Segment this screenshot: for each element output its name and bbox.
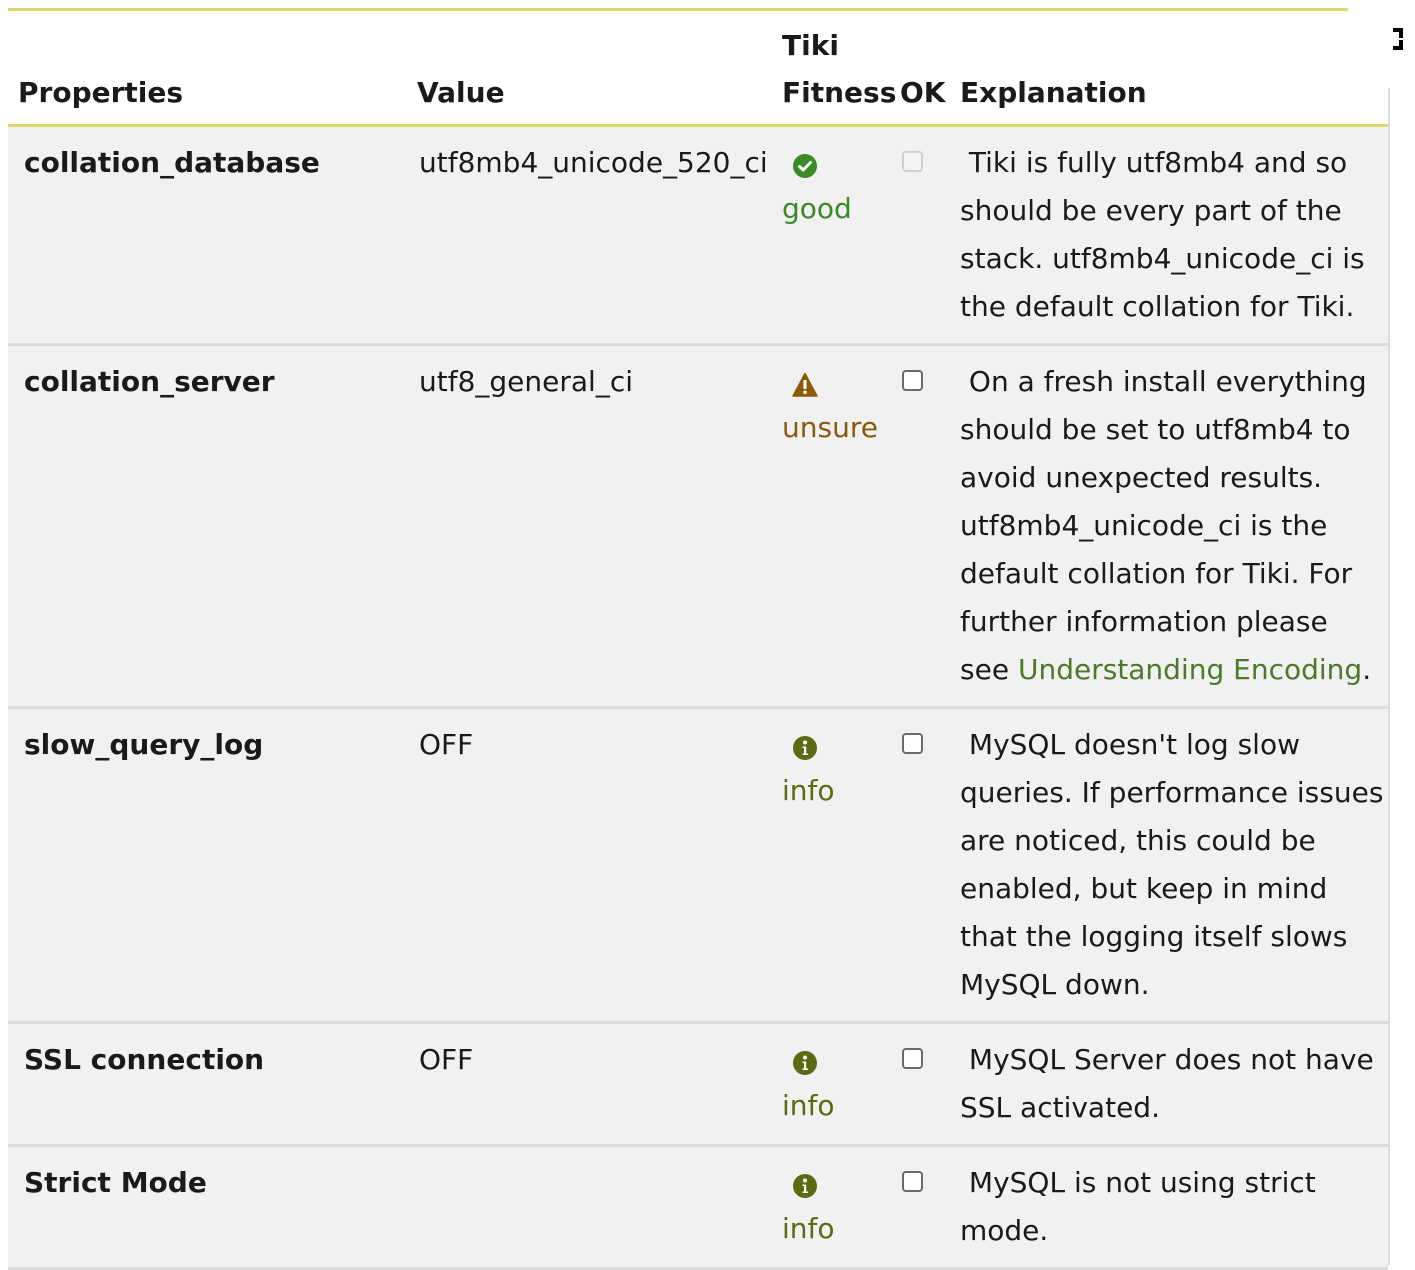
ok-cell bbox=[900, 344, 957, 709]
warning-triangle-icon bbox=[792, 372, 818, 398]
property-value: OFF bbox=[411, 707, 782, 1024]
ok-checkbox[interactable] bbox=[902, 1171, 923, 1192]
property-value bbox=[411, 1145, 782, 1270]
column-header-properties: Properties bbox=[8, 22, 411, 127]
fitness-label: unsure bbox=[782, 411, 878, 444]
table-row: collation_database utf8mb4_unicode_520_c… bbox=[8, 125, 1388, 346]
property-name: SSL connection bbox=[8, 1022, 411, 1147]
property-value: OFF bbox=[411, 1022, 782, 1147]
mysql-properties-table: Properties Value Tiki Fitness OK Explana… bbox=[8, 22, 1388, 1270]
fitness-cell: info bbox=[782, 1145, 900, 1270]
explanation-body: Tiki is fully utf8mb4 and so should be e… bbox=[960, 146, 1365, 323]
ok-cell bbox=[900, 125, 957, 346]
column-header-value: Value bbox=[411, 22, 782, 127]
fitness-label: info bbox=[782, 774, 835, 807]
explanation-body: MySQL doesn't log slow queries. If perfo… bbox=[960, 728, 1384, 1001]
ok-checkbox[interactable] bbox=[902, 1048, 923, 1069]
property-name: collation_server bbox=[8, 344, 411, 709]
fitness-label: good bbox=[782, 192, 852, 225]
explanation-end: . bbox=[1362, 653, 1372, 686]
check-circle-icon bbox=[792, 153, 818, 179]
scroll-edge-rule bbox=[1388, 88, 1390, 1265]
ok-checkbox[interactable] bbox=[902, 370, 923, 391]
column-header-explanation: Explanation bbox=[957, 22, 1388, 127]
ok-cell bbox=[900, 1022, 957, 1147]
info-circle-icon bbox=[792, 1050, 818, 1076]
property-name: collation_database bbox=[8, 125, 411, 346]
ok-checkbox[interactable] bbox=[902, 733, 923, 754]
table-header: Properties Value Tiki Fitness OK Explana… bbox=[8, 22, 1388, 127]
ok-cell bbox=[900, 1145, 957, 1270]
fitness-label: info bbox=[782, 1212, 835, 1245]
property-name: Strict Mode bbox=[8, 1145, 411, 1270]
fitness-cell: info bbox=[782, 1022, 900, 1147]
column-header-ok: OK bbox=[900, 22, 957, 127]
explanation-text: On a fresh install everything should be … bbox=[957, 344, 1388, 709]
fitness-cell: good bbox=[782, 125, 900, 346]
explanation-text: MySQL is not using strict mode. bbox=[957, 1145, 1388, 1270]
column-header-fitness-line2: Fitness bbox=[782, 76, 897, 109]
property-value: utf8_general_ci bbox=[411, 344, 782, 709]
column-header-fitness: Tiki Fitness bbox=[782, 22, 900, 127]
info-circle-icon bbox=[792, 1173, 818, 1199]
table-row: collation_server utf8_general_ci unsure … bbox=[8, 344, 1388, 709]
property-name: slow_query_log bbox=[8, 707, 411, 1024]
explanation-text: MySQL doesn't log slow queries. If perfo… bbox=[957, 707, 1388, 1024]
ok-checkbox bbox=[902, 151, 923, 172]
table-row: slow_query_log OFF info MySQL doesn't lo… bbox=[8, 707, 1388, 1024]
explanation-body: MySQL is not using strict mode. bbox=[960, 1166, 1316, 1247]
explanation-text: MySQL Server does not have SSL activated… bbox=[957, 1022, 1388, 1147]
explanation-body: On a fresh install everything should be … bbox=[960, 365, 1367, 686]
column-header-fitness-line1: Tiki bbox=[782, 29, 839, 62]
table-row: SSL connection OFF info MySQL Server doe… bbox=[8, 1022, 1388, 1147]
understanding-encoding-link[interactable]: Understanding Encoding bbox=[1018, 653, 1362, 686]
fitness-cell: unsure bbox=[782, 344, 900, 709]
info-circle-icon bbox=[792, 735, 818, 761]
ok-cell bbox=[900, 707, 957, 1024]
fitness-label: info bbox=[782, 1089, 835, 1122]
fitness-cell: info bbox=[782, 707, 900, 1024]
table-row: Strict Mode info MySQL is not using stri… bbox=[8, 1145, 1388, 1270]
property-value: utf8mb4_unicode_520_ci bbox=[411, 125, 782, 346]
explanation-body: MySQL Server does not have SSL activated… bbox=[960, 1043, 1374, 1124]
explanation-text: Tiki is fully utf8mb4 and so should be e… bbox=[957, 125, 1388, 346]
